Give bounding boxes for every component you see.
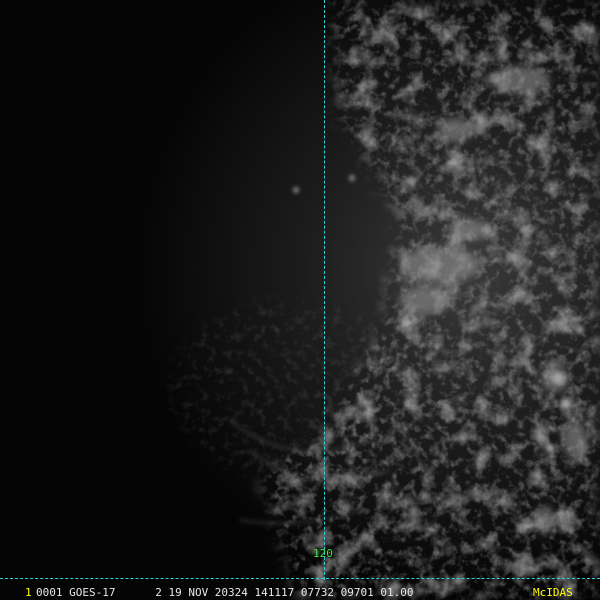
- latitude-grid-line: [0, 578, 600, 579]
- mcidas-logo: McIDAS: [533, 586, 573, 599]
- frame-number: 1: [25, 586, 32, 599]
- satellite-cloud-imagery: [0, 0, 600, 600]
- meridian-label: 120: [313, 547, 333, 560]
- satellite-image-viewer: 120 1 0001 GOES-17 2 19 NOV 20324 141117…: [0, 0, 600, 600]
- status-bar: 1 0001 GOES-17 2 19 NOV 20324 141117 077…: [0, 586, 600, 600]
- image-info-text: 0001 GOES-17 2 19 NOV 20324 141117 07732…: [36, 586, 414, 599]
- meridian-grid-line: [324, 0, 325, 580]
